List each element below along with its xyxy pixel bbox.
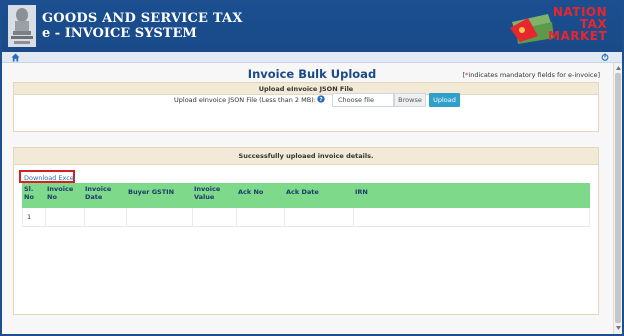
table-header: Sl. No Invoice No Invoice Date Buyer GST… xyxy=(22,183,590,208)
column-header: Invoice Date xyxy=(85,185,112,201)
app-title-line2: e - INVOICE SYSTEM xyxy=(42,26,197,41)
upload-button[interactable]: Upload xyxy=(429,93,460,107)
vertical-scrollbar[interactable] xyxy=(613,63,622,334)
upload-field-label: Upload eInvoice JSON File (Less than 2 M… xyxy=(174,96,316,104)
column-header: Ack No xyxy=(238,188,264,196)
column-header: IRN xyxy=(355,188,368,196)
app-title-line1: GOODS AND SERVICE TAX xyxy=(42,11,243,26)
app-header: GOODS AND SERVICE TAX e - INVOICE SYSTEM… xyxy=(2,2,622,52)
column-header: Invoice Value xyxy=(194,185,221,201)
table-cell xyxy=(354,208,590,227)
table-cell xyxy=(193,208,237,227)
result-panel: Successfully uploaed invoice details. Do… xyxy=(13,147,599,315)
state-emblem-icon xyxy=(8,5,36,47)
upload-success-message: Successfully uploaed invoice details. xyxy=(14,148,598,165)
table-row[interactable]: 1 xyxy=(22,208,590,227)
column-header: Invoice No xyxy=(47,185,74,201)
power-icon[interactable] xyxy=(601,53,609,61)
column-header: Buyer GSTIN xyxy=(128,188,175,196)
file-input[interactable]: Choose file xyxy=(332,93,394,107)
scroll-up-arrow-icon[interactable] xyxy=(615,65,622,71)
upload-panel-heading: Upload eInvoice JSON File xyxy=(14,83,598,95)
table-cell xyxy=(85,208,127,227)
brand-text: NATION TAX MARKET xyxy=(548,6,607,42)
column-header: Sl. No xyxy=(24,185,34,201)
table-cell xyxy=(237,208,285,227)
mandatory-note-text: indicates mandatory fields for e-invoice xyxy=(468,71,598,79)
table-cell xyxy=(127,208,193,227)
mandatory-note: [*indicates mandatory fields for e-invoi… xyxy=(462,71,600,79)
table-cell xyxy=(285,208,354,227)
nav-strip xyxy=(2,52,622,63)
scroll-down-arrow-icon[interactable] xyxy=(615,325,622,331)
main-content: Invoice Bulk Upload [*indicates mandator… xyxy=(2,63,622,334)
scrollbar-thumb[interactable] xyxy=(615,73,621,323)
table-cell: 1 xyxy=(25,208,46,227)
upload-panel: Upload eInvoice JSON File Upload eInvoic… xyxy=(13,82,599,132)
invoice-table: Sl. No Invoice No Invoice Date Buyer GST… xyxy=(22,183,590,227)
home-icon[interactable] xyxy=(11,53,20,62)
brand-line3: MARKET xyxy=(548,29,608,43)
table-cell xyxy=(46,208,85,227)
download-excel-link[interactable]: Download Excel xyxy=(24,174,76,182)
svg-text:?: ? xyxy=(319,97,322,103)
question-circle-icon[interactable]: ? xyxy=(317,95,325,103)
column-header: Ack Date xyxy=(286,188,319,196)
browse-button[interactable]: Browse xyxy=(394,93,426,107)
browser-frame: GOODS AND SERVICE TAX e - INVOICE SYSTEM… xyxy=(0,0,624,336)
